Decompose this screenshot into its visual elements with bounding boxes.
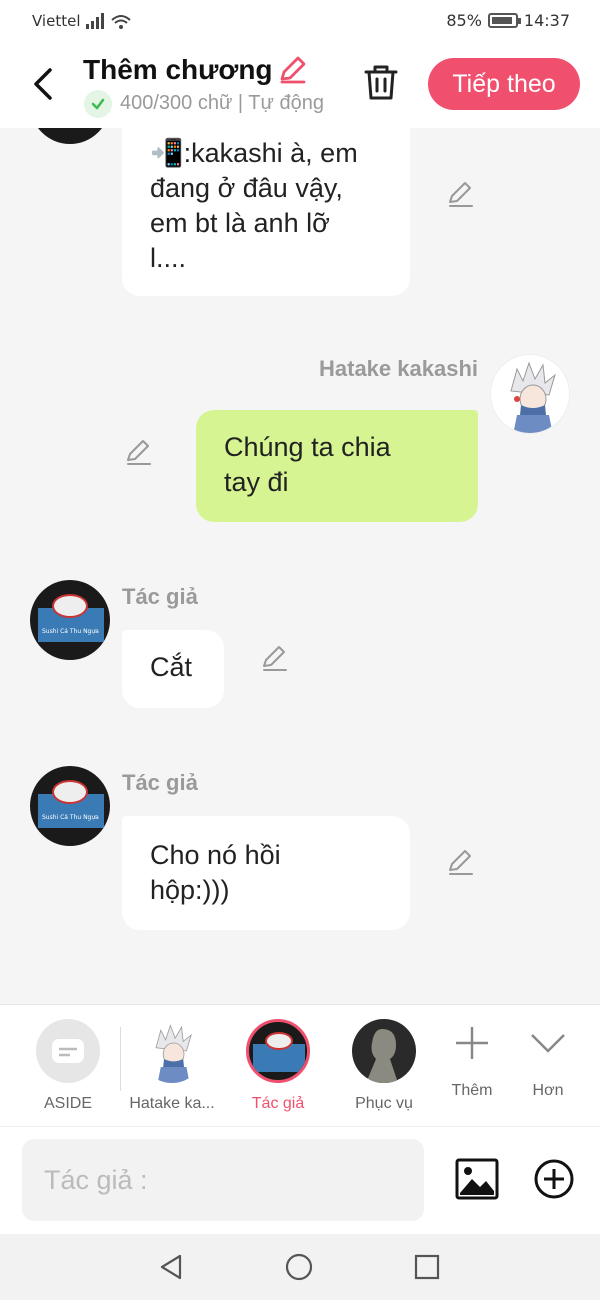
avatar xyxy=(140,1019,204,1083)
page-title: Thêm chương xyxy=(83,54,273,85)
edit-message-icon[interactable] xyxy=(446,848,476,878)
message-bubble[interactable]: Chúng ta chia tay đi xyxy=(196,410,478,522)
nav-home-icon[interactable] xyxy=(284,1252,314,1282)
character-hatake[interactable]: Hatake ka... xyxy=(126,1019,218,1113)
message-bubble[interactable]: Cắt xyxy=(122,630,224,708)
carrier-label: Viettel xyxy=(32,12,81,30)
character-selector: ASIDE Hatake ka... Tác giả Phục vụ Thêm … xyxy=(0,1004,600,1126)
chapter-header: Thêm chương 400/300 chữ | Tự động Tiếp t… xyxy=(0,40,600,128)
word-count-status: 400/300 chữ | Tự động xyxy=(120,92,324,114)
sender-name: Tác giả xyxy=(122,584,198,609)
chevron-down-icon xyxy=(531,1034,565,1053)
battery-percent: 85% xyxy=(446,11,482,30)
check-icon xyxy=(84,90,112,118)
back-arrow-icon[interactable] xyxy=(28,64,58,104)
avatar[interactable]: Sushi Cá Thu Ngựa xyxy=(30,766,110,846)
chat-area[interactable]: 📲:kakashi à, em đang ở đâu vậy, em bt là… xyxy=(0,128,600,1004)
add-circle-icon[interactable] xyxy=(532,1157,576,1201)
signal-wifi-icons xyxy=(86,12,134,34)
edit-message-icon[interactable] xyxy=(124,438,154,468)
trash-icon[interactable] xyxy=(362,62,400,102)
message-input[interactable] xyxy=(22,1139,424,1221)
avatar[interactable]: Sushi Cá Thu Ngựa xyxy=(30,580,110,660)
edit-message-icon[interactable] xyxy=(446,180,476,210)
plus-icon xyxy=(456,1027,488,1059)
divider xyxy=(120,1027,121,1091)
avatar xyxy=(246,1019,310,1083)
battery-icon xyxy=(487,13,521,28)
character-tac-gia[interactable]: Tác giả xyxy=(236,1019,320,1113)
next-button[interactable]: Tiếp theo xyxy=(428,58,580,110)
message-bubble[interactable]: 📲:kakashi à, em đang ở đâu vậy, em bt là… xyxy=(122,128,410,296)
avatar xyxy=(30,128,110,144)
status-bar: Viettel 85% 14:37 xyxy=(0,0,600,40)
edit-message-icon[interactable] xyxy=(260,644,290,674)
system-nav-bar xyxy=(0,1234,600,1300)
add-character-button[interactable]: Thêm xyxy=(440,1019,504,1100)
avatar xyxy=(352,1019,416,1083)
composer xyxy=(0,1126,600,1234)
aside-icon xyxy=(36,1019,100,1083)
clock: 14:37 xyxy=(523,11,570,30)
avatar[interactable] xyxy=(490,354,570,434)
sender-name: Tác giả xyxy=(122,770,198,795)
nav-recent-icon[interactable] xyxy=(412,1252,442,1282)
character-aside[interactable]: ASIDE xyxy=(26,1019,110,1113)
message-bubble[interactable]: Cho nó hồi hộp:))) xyxy=(122,816,410,930)
pencil-icon[interactable] xyxy=(276,54,308,86)
character-phuc-vu[interactable]: Phục vụ xyxy=(346,1019,422,1113)
image-icon[interactable] xyxy=(454,1157,500,1201)
more-button[interactable]: Hơn xyxy=(518,1019,578,1100)
sender-name: Hatake kakashi xyxy=(319,356,478,381)
nav-back-icon[interactable] xyxy=(156,1252,186,1282)
